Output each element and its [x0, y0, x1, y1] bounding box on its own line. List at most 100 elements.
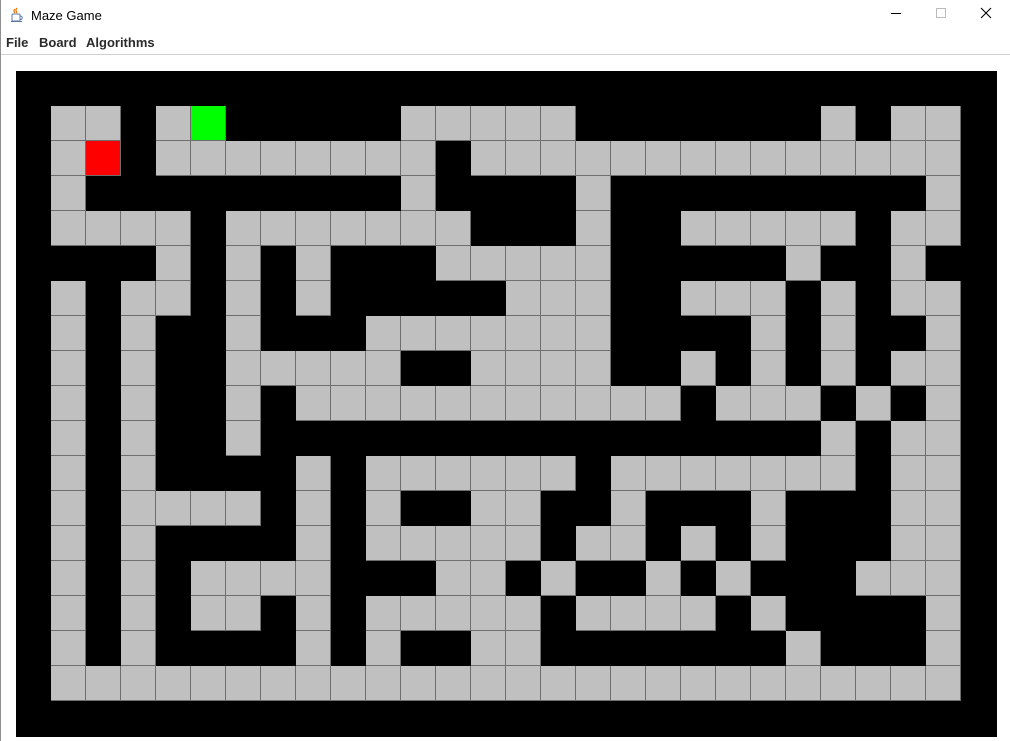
maze-open-cell[interactable]: [401, 316, 436, 351]
maze-open-cell[interactable]: [191, 491, 226, 526]
maze-open-cell[interactable]: [296, 386, 331, 421]
maze-open-cell[interactable]: [296, 666, 331, 701]
maze-start-cell[interactable]: [86, 141, 121, 176]
maze-open-cell[interactable]: [541, 246, 576, 281]
maze-open-cell[interactable]: [681, 351, 716, 386]
maze-open-cell[interactable]: [226, 316, 261, 351]
maze-open-cell[interactable]: [786, 211, 821, 246]
maze-open-cell[interactable]: [681, 141, 716, 176]
maze-open-cell[interactable]: [226, 596, 261, 631]
maze-open-cell[interactable]: [51, 456, 86, 491]
title-bar[interactable]: Maze Game: [1, 0, 1010, 31]
maze-open-cell[interactable]: [506, 106, 541, 141]
maze-open-cell[interactable]: [191, 666, 226, 701]
maze-open-cell[interactable]: [646, 456, 681, 491]
maze-open-cell[interactable]: [821, 281, 856, 316]
maze-open-cell[interactable]: [891, 351, 926, 386]
maze-open-cell[interactable]: [51, 596, 86, 631]
menu-board[interactable]: Board: [39, 35, 77, 50]
maze-open-cell[interactable]: [751, 316, 786, 351]
maze-open-cell[interactable]: [436, 596, 471, 631]
maximize-button[interactable]: [918, 0, 963, 30]
maze-open-cell[interactable]: [401, 526, 436, 561]
maze-open-cell[interactable]: [436, 316, 471, 351]
maze-open-cell[interactable]: [576, 316, 611, 351]
maze-open-cell[interactable]: [506, 316, 541, 351]
maze-open-cell[interactable]: [856, 386, 891, 421]
maze-open-cell[interactable]: [401, 596, 436, 631]
maze-open-cell[interactable]: [611, 141, 646, 176]
maze-open-cell[interactable]: [471, 561, 506, 596]
maze-open-cell[interactable]: [891, 491, 926, 526]
maze-open-cell[interactable]: [296, 456, 331, 491]
maze-open-cell[interactable]: [51, 106, 86, 141]
maze-open-cell[interactable]: [226, 141, 261, 176]
maze-open-cell[interactable]: [786, 246, 821, 281]
maze-open-cell[interactable]: [331, 211, 366, 246]
maze-open-cell[interactable]: [121, 386, 156, 421]
maze-open-cell[interactable]: [121, 491, 156, 526]
maze-open-cell[interactable]: [366, 351, 401, 386]
maze-open-cell[interactable]: [506, 596, 541, 631]
maze-open-cell[interactable]: [821, 106, 856, 141]
maze-open-cell[interactable]: [926, 351, 961, 386]
maze-open-cell[interactable]: [471, 351, 506, 386]
maze-open-cell[interactable]: [926, 631, 961, 666]
maze-open-cell[interactable]: [51, 141, 86, 176]
maze-open-cell[interactable]: [611, 491, 646, 526]
maze-open-cell[interactable]: [366, 526, 401, 561]
maze-open-cell[interactable]: [891, 421, 926, 456]
maze-open-cell[interactable]: [261, 561, 296, 596]
maze-open-cell[interactable]: [646, 141, 681, 176]
maze-open-cell[interactable]: [226, 491, 261, 526]
maze-open-cell[interactable]: [296, 631, 331, 666]
maze-open-cell[interactable]: [51, 491, 86, 526]
maze-open-cell[interactable]: [296, 246, 331, 281]
maze-open-cell[interactable]: [121, 281, 156, 316]
maze-open-cell[interactable]: [471, 631, 506, 666]
close-button[interactable]: [963, 0, 1008, 30]
maze-open-cell[interactable]: [611, 666, 646, 701]
maze-open-cell[interactable]: [331, 351, 366, 386]
maze-open-cell[interactable]: [506, 281, 541, 316]
maze-open-cell[interactable]: [646, 386, 681, 421]
maze-open-cell[interactable]: [471, 491, 506, 526]
maze-open-cell[interactable]: [191, 561, 226, 596]
maze-open-cell[interactable]: [51, 211, 86, 246]
maze-open-cell[interactable]: [51, 561, 86, 596]
maze-open-cell[interactable]: [296, 211, 331, 246]
maze-open-cell[interactable]: [226, 421, 261, 456]
maze-open-cell[interactable]: [541, 106, 576, 141]
maze-open-cell[interactable]: [226, 211, 261, 246]
maze-open-cell[interactable]: [121, 526, 156, 561]
maze-open-cell[interactable]: [436, 106, 471, 141]
maze-open-cell[interactable]: [751, 526, 786, 561]
maze-open-cell[interactable]: [296, 281, 331, 316]
minimize-button[interactable]: [873, 0, 918, 30]
menu-algorithms[interactable]: Algorithms: [86, 35, 155, 50]
maze-open-cell[interactable]: [926, 561, 961, 596]
maze-open-cell[interactable]: [471, 386, 506, 421]
maze-open-cell[interactable]: [926, 386, 961, 421]
maze-open-cell[interactable]: [471, 316, 506, 351]
maze-open-cell[interactable]: [331, 386, 366, 421]
maze-open-cell[interactable]: [821, 316, 856, 351]
maze-open-cell[interactable]: [471, 456, 506, 491]
maze-open-cell[interactable]: [576, 386, 611, 421]
maze-open-cell[interactable]: [366, 316, 401, 351]
maze-open-cell[interactable]: [681, 456, 716, 491]
maze-open-cell[interactable]: [891, 666, 926, 701]
maze-open-cell[interactable]: [891, 281, 926, 316]
maze-open-cell[interactable]: [926, 666, 961, 701]
maze-open-cell[interactable]: [926, 491, 961, 526]
maze-open-cell[interactable]: [926, 281, 961, 316]
maze-open-cell[interactable]: [226, 386, 261, 421]
maze-open-cell[interactable]: [296, 351, 331, 386]
maze-open-cell[interactable]: [506, 456, 541, 491]
maze-open-cell[interactable]: [786, 141, 821, 176]
maze-open-cell[interactable]: [576, 176, 611, 211]
maze-open-cell[interactable]: [611, 456, 646, 491]
maze-open-cell[interactable]: [156, 491, 191, 526]
maze-open-cell[interactable]: [401, 141, 436, 176]
maze-open-cell[interactable]: [156, 106, 191, 141]
